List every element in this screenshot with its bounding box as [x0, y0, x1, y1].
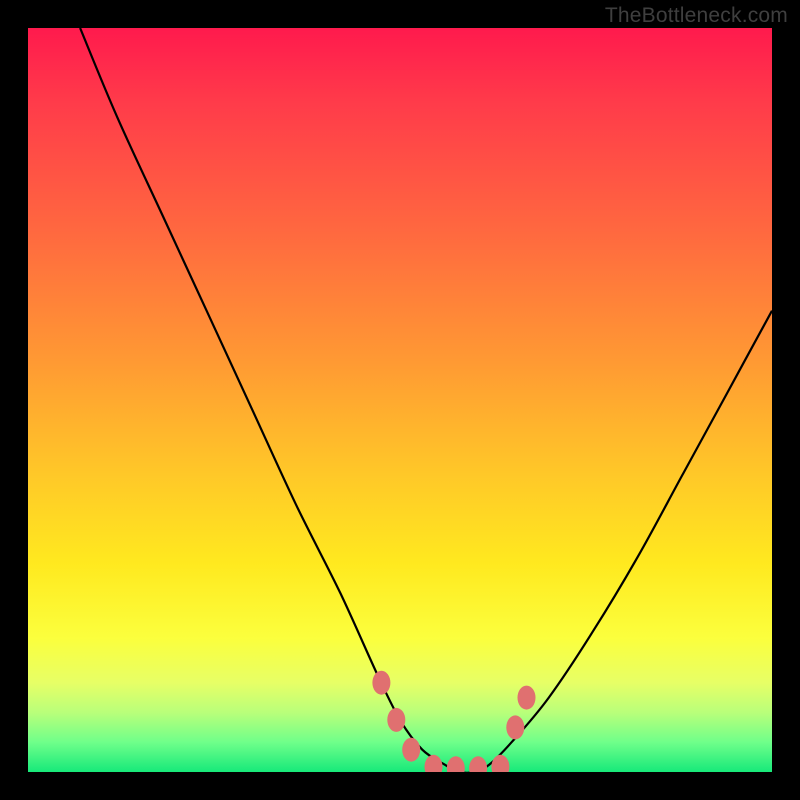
chart-frame: TheBottleneck.com [0, 0, 800, 800]
chart-plot-area [28, 28, 772, 772]
watermark-text: TheBottleneck.com [605, 4, 788, 28]
